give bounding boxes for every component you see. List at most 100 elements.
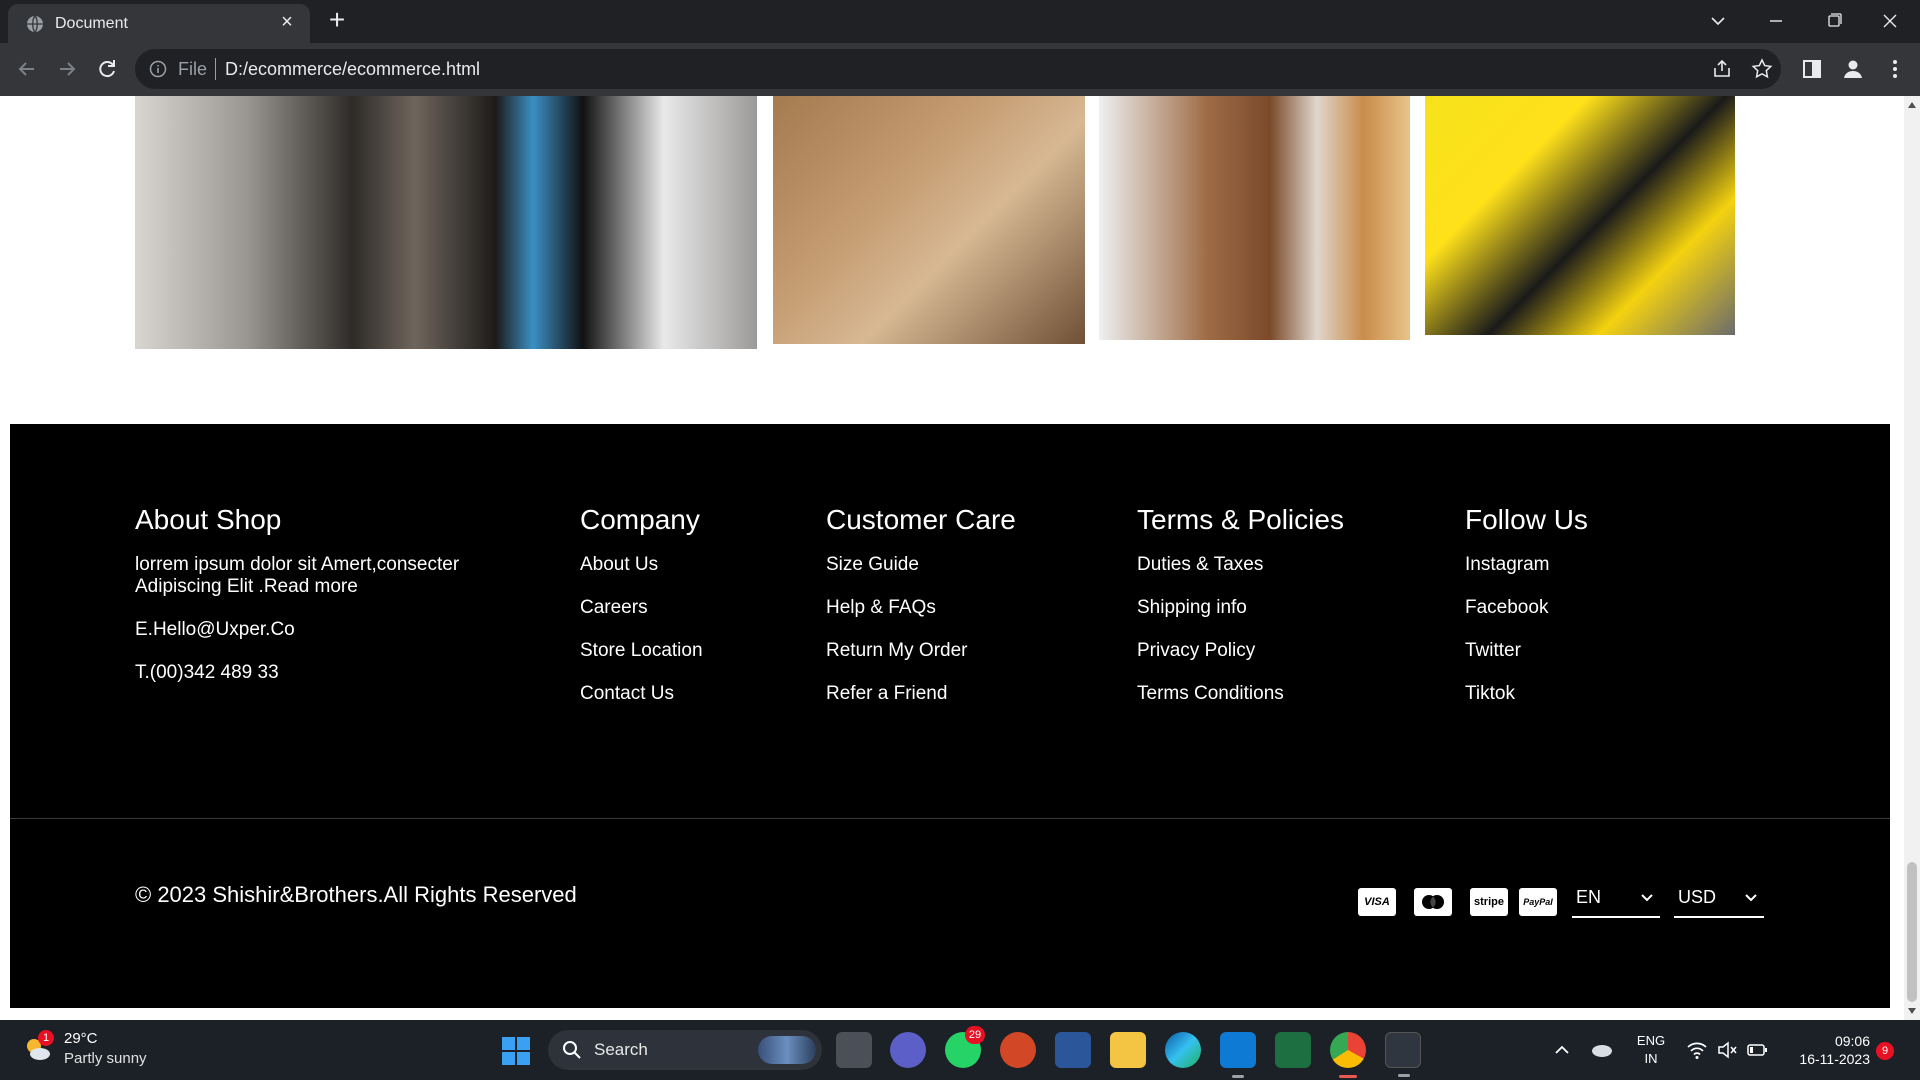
footer-terms: Terms & Policies Duties & Taxes Shipping…: [1137, 504, 1344, 726]
bookmark-star-icon[interactable]: [1751, 58, 1773, 80]
footer-link-privacy-policy[interactable]: Privacy Policy: [1137, 640, 1344, 662]
excel-icon[interactable]: [1275, 1032, 1311, 1068]
clock-time: 09:06: [1834, 1033, 1870, 1049]
browser-toolbar: File D:/ecommerce/ecommerce.html: [0, 43, 1920, 96]
clock-date: 16-11-2023: [1799, 1051, 1870, 1067]
customer-care-heading: Customer Care: [826, 504, 1016, 535]
restore-icon[interactable]: [1806, 0, 1862, 43]
currency-value: USD: [1678, 887, 1717, 907]
currency-select[interactable]: USD: [1674, 882, 1764, 918]
gallery-image-2[interactable]: [773, 96, 1085, 344]
close-tab-icon[interactable]: ×: [276, 11, 298, 33]
footer-link-instagram[interactable]: Instagram: [1465, 554, 1588, 576]
word-icon[interactable]: [1055, 1032, 1091, 1068]
whatsapp-icon[interactable]: 29: [945, 1026, 985, 1068]
site-footer: About Shop lorrem ipsum dolor sit Amert,…: [10, 424, 1890, 1008]
footer-customer-care: Customer Care Size Guide Help & FAQs Ret…: [826, 504, 1016, 726]
active-indicator: [1339, 1075, 1357, 1078]
forward-arrow-icon[interactable]: [52, 54, 82, 84]
chevron-down-icon: [1745, 894, 1757, 902]
more-menu-icon[interactable]: [1882, 56, 1908, 82]
stripe-card-icon: stripe: [1470, 888, 1508, 916]
language-select[interactable]: EN: [1572, 882, 1660, 918]
footer-link-careers[interactable]: Careers: [580, 597, 703, 619]
gallery-image-1[interactable]: [135, 96, 757, 349]
language-value: EN: [1576, 887, 1602, 907]
footer-link-tiktok[interactable]: Tiktok: [1465, 683, 1588, 705]
system-clock[interactable]: 09:06 16-11-2023: [1780, 1032, 1870, 1068]
footer-link-store-location[interactable]: Store Location: [580, 640, 703, 662]
footer-link-duties-taxes[interactable]: Duties & Taxes: [1137, 554, 1344, 576]
tab-search-icon[interactable]: [1690, 0, 1746, 43]
profile-icon[interactable]: [1840, 56, 1866, 82]
url-scheme: File: [178, 59, 208, 79]
close-window-icon[interactable]: [1862, 0, 1918, 43]
footer-link-twitter[interactable]: Twitter: [1465, 640, 1588, 662]
address-bar[interactable]: File D:/ecommerce/ecommerce.html: [135, 49, 1781, 89]
windows-taskbar: 1 29°C Partly sunny Search 29 ENG IN 09:…: [0, 1020, 1920, 1080]
company-heading: Company: [580, 504, 700, 535]
footer-link-refer-friend[interactable]: Refer a Friend: [826, 683, 1016, 705]
about-text: lorrem ipsum dolor sit Amert,consecter A…: [135, 554, 460, 597]
footer-link-contact-us[interactable]: Contact Us: [580, 683, 703, 705]
footer-divider: [10, 818, 1890, 819]
file-explorer-icon[interactable]: [1110, 1032, 1146, 1068]
terminal-icon[interactable]: [1385, 1032, 1421, 1077]
footer-link-size-guide[interactable]: Size Guide: [826, 554, 1016, 576]
footer-company: Company About Us Careers Store Location …: [580, 504, 703, 726]
page-scrollbar[interactable]: [1904, 96, 1920, 1020]
scroll-down-arrow-icon[interactable]: [1908, 1008, 1916, 1014]
new-tab-button[interactable]: +: [322, 6, 352, 36]
chevron-up-icon[interactable]: [1552, 1040, 1572, 1060]
url-separator: [215, 58, 216, 80]
contact-email[interactable]: E.Hello@Uxper.Co: [135, 619, 495, 641]
teams-chat-icon[interactable]: [890, 1032, 926, 1068]
mastercard-circles-icon: [1422, 895, 1444, 909]
copyright-text: © 2023 Shishir&Brothers.All Rights Reser…: [135, 882, 577, 907]
visa-card-icon: VISA: [1358, 888, 1396, 916]
info-icon[interactable]: [149, 60, 167, 78]
gallery-image-3[interactable]: [1099, 96, 1410, 340]
input-language[interactable]: ENG IN: [1630, 1032, 1672, 1068]
share-icon[interactable]: [1711, 58, 1733, 80]
weather-badge: 1: [38, 1030, 54, 1046]
scrollbar-thumb[interactable]: [1907, 862, 1917, 1002]
reload-icon[interactable]: [92, 54, 122, 84]
speaker-muted-icon[interactable]: [1716, 1040, 1738, 1060]
vscode-icon[interactable]: [1220, 1032, 1256, 1078]
footer-about: About Shop lorrem ipsum dolor sit Amert,…: [135, 504, 495, 705]
onedrive-cloud-icon[interactable]: [1590, 1038, 1614, 1060]
back-arrow-icon[interactable]: [12, 54, 42, 84]
tab-title: Document: [55, 15, 128, 32]
footer-link-facebook[interactable]: Facebook: [1465, 597, 1588, 619]
minimize-icon[interactable]: [1748, 0, 1804, 43]
chrome-icon[interactable]: [1330, 1032, 1366, 1078]
browser-tab[interactable]: Document ×: [8, 4, 310, 43]
windows-start-icon[interactable]: [502, 1037, 530, 1065]
footer-follow: Follow Us Instagram Facebook Twitter Tik…: [1465, 504, 1588, 726]
battery-icon[interactable]: [1746, 1040, 1768, 1060]
footer-link-return-order[interactable]: Return My Order: [826, 640, 1016, 662]
search-highlight-image: [758, 1036, 816, 1064]
taskbar-search[interactable]: Search: [548, 1030, 822, 1070]
side-panel-icon[interactable]: [1799, 56, 1825, 82]
url-text[interactable]: D:/ecommerce/ecommerce.html: [225, 59, 480, 80]
footer-link-shipping-info[interactable]: Shipping info: [1137, 597, 1344, 619]
contact-phone: T.(00)342 489 33: [135, 662, 279, 683]
edge-icon[interactable]: [1165, 1032, 1201, 1068]
notification-count[interactable]: 9: [1876, 1042, 1894, 1060]
running-indicator: [1398, 1074, 1410, 1077]
gallery-image-4[interactable]: [1425, 96, 1735, 335]
running-indicator: [1232, 1075, 1244, 1078]
browser-tab-bar: Document × +: [0, 0, 1920, 43]
scroll-up-arrow-icon[interactable]: [1908, 102, 1916, 108]
footer-link-terms-conditions[interactable]: Terms Conditions: [1137, 683, 1344, 705]
task-view-icon[interactable]: [836, 1032, 872, 1068]
wifi-icon[interactable]: [1686, 1040, 1708, 1060]
powerpoint-icon[interactable]: [1000, 1032, 1036, 1068]
footer-link-about-us[interactable]: About Us: [580, 554, 703, 576]
footer-link-help-faqs[interactable]: Help & FAQs: [826, 597, 1016, 619]
page-viewport: About Shop lorrem ipsum dolor sit Amert,…: [0, 96, 1920, 1020]
search-label: Search: [594, 1040, 648, 1059]
region-code: IN: [1644, 1051, 1658, 1066]
